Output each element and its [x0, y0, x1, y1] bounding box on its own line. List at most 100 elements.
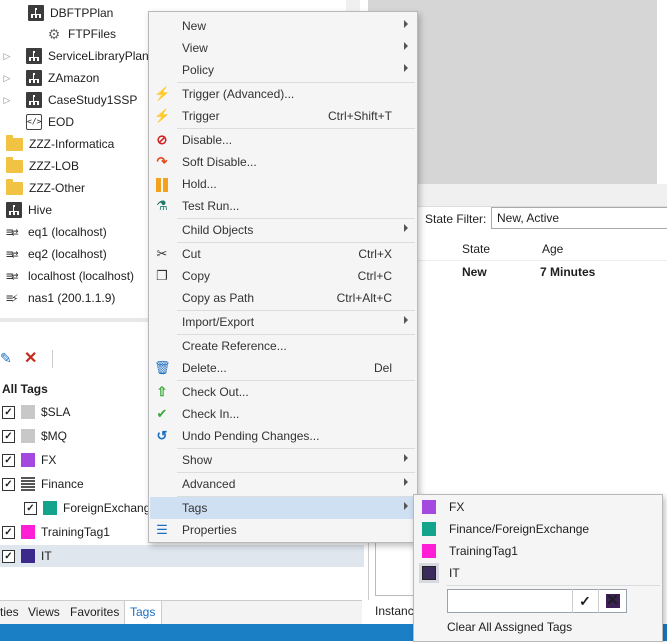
tree-item-zzz-lob[interactable]: ZZZ-LOB	[6, 155, 79, 177]
menu-item-check-in[interactable]: ✔ Check In...	[150, 403, 416, 425]
menu-item-new[interactable]: New	[150, 15, 416, 37]
tag-checkbox[interactable]: ✓	[2, 453, 15, 467]
menu-item-disable[interactable]: ⊘ Disable...	[150, 129, 416, 151]
menu-item-test-run[interactable]: ⚗ Test Run...	[150, 195, 416, 217]
menu-item-show[interactable]: Show	[150, 449, 416, 471]
tree-item-eq2[interactable]: ≡⇄ eq2 (localhost)	[6, 243, 107, 265]
tree-item-label: Hive	[28, 203, 53, 217]
submenu-tag-label: FX	[449, 500, 465, 514]
tag-checkbox[interactable]: ✓	[2, 549, 15, 563]
menu-item-trigger-advanced[interactable]: ⚡ Trigger (Advanced)...	[150, 83, 416, 105]
tree-item-hive[interactable]: Hive	[6, 199, 52, 221]
check-in-icon: ✔	[156, 406, 168, 421]
tag-checkbox[interactable]: ✓	[2, 429, 15, 443]
tag-item-mq[interactable]: ✓ $MQ	[2, 425, 67, 447]
menu-item-copy-as-path[interactable]: Copy as Path Ctrl+Alt+C	[150, 287, 416, 309]
tree-item-zamazon[interactable]: ▷ ZAmazon	[2, 67, 99, 89]
tree-item-zzz-informatica[interactable]: ZZZ-Informatica	[6, 133, 114, 155]
tree-item-servicelibraryplan[interactable]: ▷ ServiceLibraryPlan	[2, 45, 149, 67]
tree-item-label: ZZZ-LOB	[29, 159, 79, 173]
tag-checkbox[interactable]: ✓	[2, 405, 15, 419]
menu-item-delete[interactable]: 🗑 Delete... Del	[150, 357, 416, 379]
menu-item-label: Advanced	[182, 477, 236, 491]
menu-item-copy[interactable]: ❐ Copy Ctrl+C	[150, 265, 416, 287]
menu-item-label: Copy as Path	[182, 291, 255, 305]
tag-item-sla[interactable]: ✓ $SLA	[2, 401, 70, 423]
tag-item-it[interactable]: ✓ IT	[0, 545, 364, 567]
state-filter-value: New, Active	[497, 211, 560, 225]
tab-views[interactable]: Views	[28, 605, 60, 619]
folder-icon	[6, 156, 23, 173]
tree-item-eod[interactable]: </> EOD	[26, 111, 74, 133]
menu-item-hold[interactable]: Hold...	[150, 173, 416, 195]
tab-favorites[interactable]: Favorites	[70, 605, 119, 619]
tag-item-trainingtag1[interactable]: ✓ TrainingTag1	[2, 521, 110, 543]
menu-item-import-export[interactable]: Import/Export	[150, 311, 416, 333]
tree-item-nas1[interactable]: ≡⚡ nas1 (200.1.1.9)	[6, 287, 115, 309]
tree-item-localhost[interactable]: ≡⇄ localhost (localhost)	[6, 265, 134, 287]
menu-item-tags[interactable]: Tags	[150, 497, 416, 519]
tag-label: ForeignExchange	[63, 501, 158, 515]
menu-item-view[interactable]: View	[150, 37, 416, 59]
submenu-tag-it[interactable]: IT	[415, 562, 661, 584]
menu-item-properties[interactable]: ☰ Properties	[150, 519, 416, 541]
menu-item-soft-disable[interactable]: ↷ Soft Disable...	[150, 151, 416, 173]
toolbar-divider	[52, 350, 53, 368]
submenu-tag-fx[interactable]: FX	[415, 496, 661, 518]
delete-tag-icon[interactable]: ✕	[24, 348, 37, 368]
tag-item-fx[interactable]: ✓ FX	[2, 449, 56, 471]
tree-item-label: ZAmazon	[48, 71, 100, 85]
submenu-arrow-icon	[404, 42, 408, 50]
expand-arrow-icon[interactable]: ▷	[2, 95, 12, 106]
tag-color-swatch	[21, 405, 35, 419]
menu-item-advanced[interactable]: Advanced	[150, 473, 416, 495]
menu-item-policy[interactable]: Policy	[150, 59, 416, 81]
tag-checkbox[interactable]: ✓	[24, 501, 37, 515]
submenu-tag-trainingtag1[interactable]: TrainingTag1	[415, 540, 661, 562]
tag-color-swatch	[21, 429, 35, 443]
tag-item-finance[interactable]: ✓ Finance	[2, 473, 84, 495]
tab-activities[interactable]: ties	[0, 605, 19, 619]
expand-arrow-icon[interactable]: ▷	[2, 51, 12, 62]
menu-item-label: Trigger	[182, 109, 220, 123]
tree-item-ftpfiles[interactable]: ⚙ FTPFiles	[46, 23, 116, 45]
tab-tags[interactable]: Tags	[130, 605, 155, 619]
menu-item-check-out[interactable]: ⇧ Check Out...	[150, 381, 416, 403]
menu-item-label: Check In...	[182, 407, 240, 421]
menu-item-label: Copy	[182, 269, 211, 283]
submenu-arrow-icon	[404, 64, 408, 72]
tag-item-foreignexchange[interactable]: ✓ ForeignExchange	[24, 497, 157, 519]
menu-item-shortcut: Ctrl+C	[357, 269, 392, 283]
tree-item-casestudy1ssp[interactable]: ▷ CaseStudy1SSP	[2, 89, 137, 111]
menu-item-cut[interactable]: ✂ Cut Ctrl+X	[150, 243, 416, 265]
trash-icon: 🗑	[154, 360, 171, 375]
column-header-age[interactable]: Age	[536, 238, 667, 260]
submenu-tag-finance-foreignexchange[interactable]: Finance/ForeignExchange	[415, 518, 661, 540]
checkmark-icon: ✓	[579, 593, 591, 609]
submenu-arrow-icon	[404, 224, 408, 232]
tag-checkbox[interactable]: ✓	[2, 477, 15, 491]
row-age: 7 Minutes	[540, 265, 596, 279]
tag-checkbox[interactable]: ✓	[2, 525, 15, 539]
state-filter-input[interactable]: New, Active	[491, 207, 667, 229]
menu-item-shortcut: Ctrl+X	[358, 247, 392, 261]
submenu-arrow-icon	[404, 20, 408, 28]
menu-item-child-objects[interactable]: Child Objects	[150, 219, 416, 241]
menu-item-undo-pending[interactable]: ↺ Undo Pending Changes...	[150, 425, 416, 447]
expand-arrow-icon[interactable]: ▷	[2, 73, 12, 84]
tab-instances[interactable]: Instanc	[375, 604, 414, 618]
cancel-tag-button[interactable]: ✕	[598, 589, 626, 613]
column-header-state[interactable]: State	[456, 238, 541, 260]
edit-icon[interactable]: ✎	[0, 350, 12, 367]
menu-item-shortcut: Ctrl+Shift+T	[327, 109, 392, 123]
agent-icon: ≡⇄	[6, 247, 18, 261]
clear-all-tags-link[interactable]: Clear All Assigned Tags	[447, 620, 572, 634]
menu-item-trigger[interactable]: ⚡ Trigger Ctrl+Shift+T	[150, 105, 416, 127]
tree-item-zzz-other[interactable]: ZZZ-Other	[6, 177, 85, 199]
menu-item-create-reference[interactable]: Create Reference...	[150, 335, 416, 357]
table-row[interactable]: New 7 Minutes	[418, 260, 667, 283]
menu-item-shortcut: Del	[373, 361, 392, 375]
tree-item-eq1[interactable]: ≡⇄ eq1 (localhost)	[6, 221, 107, 243]
confirm-tag-button[interactable]: ✓	[572, 589, 597, 613]
tag-color-swatch	[422, 522, 436, 536]
